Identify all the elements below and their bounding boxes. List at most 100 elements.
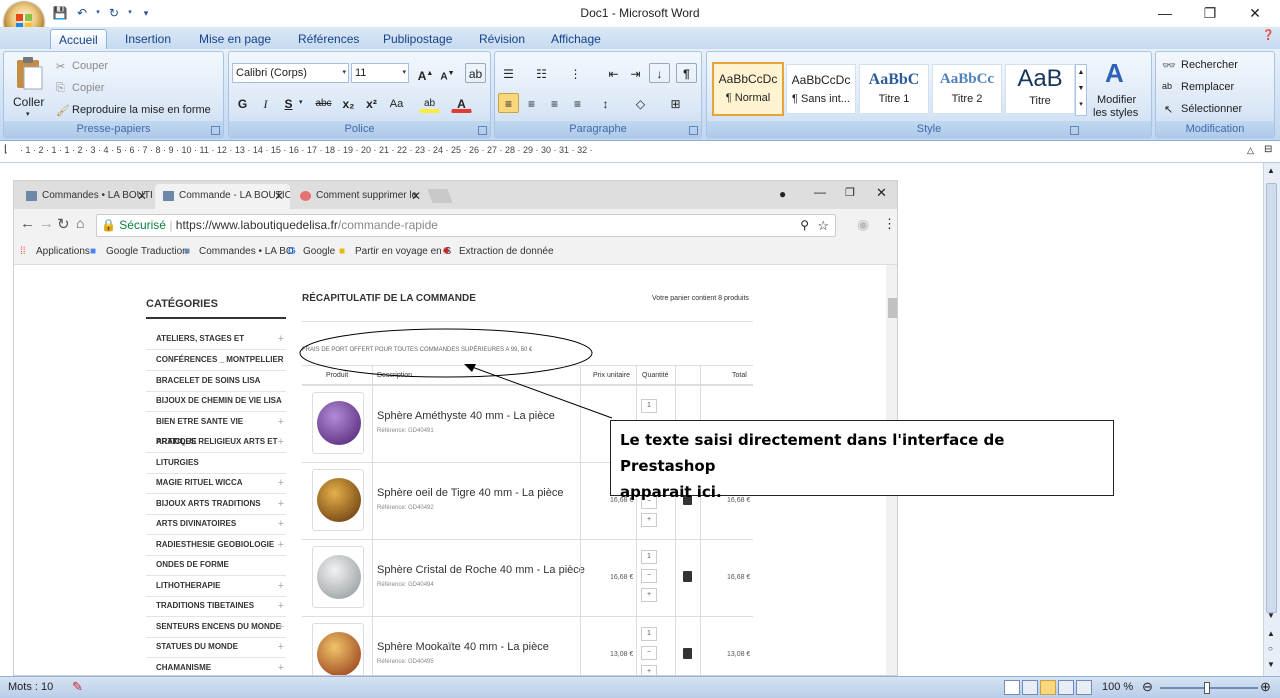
font-size-select[interactable]: 11 ▾ xyxy=(351,63,409,83)
font-family-select[interactable]: Calibri (Corps) ▾ xyxy=(232,63,349,83)
bookmark-extraction[interactable]: Extraction de donnée xyxy=(459,246,554,257)
browser-minimize-icon[interactable]: — xyxy=(814,185,826,199)
category-item[interactable]: LITHOTHERAPIE + xyxy=(146,576,286,597)
format-painter-button[interactable]: Reproduire la mise en forme xyxy=(72,104,211,116)
extension-icon[interactable]: ◉ xyxy=(857,216,869,233)
customize-toolbar-icon[interactable]: ▾ xyxy=(138,5,154,21)
product-name[interactable]: Sphère oeil de Tigre 40 mm - La pièce xyxy=(377,487,564,499)
numbering-icon[interactable]: ☷ xyxy=(531,63,552,83)
help-icon[interactable]: ❓ xyxy=(1262,30,1274,41)
style-titre-1[interactable]: AaBbC Titre 1 xyxy=(859,64,929,114)
replace-button[interactable]: Remplacer xyxy=(1181,81,1234,93)
zoom-in-icon[interactable]: ⊕ xyxy=(1260,679,1271,695)
quantity-plus-button[interactable]: + xyxy=(641,588,657,602)
restore-button[interactable]: ❐ xyxy=(1198,3,1222,23)
category-item[interactable]: ATELIERS, STAGES ET + xyxy=(146,329,286,350)
page-scroll-thumb[interactable] xyxy=(888,298,897,318)
clipboard-launcher-icon[interactable] xyxy=(211,126,220,135)
tab-mise-en-page[interactable]: Mise en page xyxy=(191,29,279,49)
product-name[interactable]: Sphère Mookaïte 40 mm - La pièce xyxy=(377,641,549,653)
category-item[interactable]: MAGIE RITUEL WICCA + xyxy=(146,473,286,494)
align-right-icon[interactable]: ≡ xyxy=(544,93,565,113)
new-tab-button[interactable] xyxy=(427,189,453,203)
outline-icon[interactable] xyxy=(1058,680,1074,695)
word-count[interactable]: Mots : 10 xyxy=(8,681,53,693)
redo-dropdown-icon[interactable]: ▾ xyxy=(122,5,138,21)
font-launcher-icon[interactable] xyxy=(478,126,487,135)
product-thumbnail[interactable] xyxy=(312,469,364,531)
print-layout-icon[interactable] xyxy=(1004,680,1020,695)
align-left-icon[interactable]: ≡ xyxy=(498,93,519,113)
category-item[interactable]: BIJOUX ARTS TRADITIONS + xyxy=(146,494,286,515)
tab-revision[interactable]: Révision xyxy=(471,29,533,49)
category-item[interactable]: SENTEURS ENCENS DU MONDE + xyxy=(146,617,286,638)
right-indent-marker[interactable]: △ xyxy=(1247,145,1254,156)
styles-scroll[interactable]: ▲ ▼ ▾ xyxy=(1075,64,1087,116)
shading-icon[interactable]: ◇ xyxy=(630,93,651,113)
scroll-thumb[interactable] xyxy=(1266,183,1277,613)
browser-tab-2[interactable]: Commande - LA BOUTIC ✕ xyxy=(155,184,290,209)
minimize-button[interactable]: — xyxy=(1153,3,1177,23)
quantity-plus-button[interactable]: + xyxy=(641,665,657,675)
product-name[interactable]: Sphère Améthyste 40 mm - La pièce xyxy=(377,410,555,422)
next-page-icon[interactable]: ▼ xyxy=(1267,660,1275,669)
bookmark-applications[interactable]: Applications xyxy=(36,246,90,257)
zoom-out-icon[interactable]: ⊖ xyxy=(1142,679,1153,695)
category-item[interactable]: ONDES DE FORME xyxy=(146,555,286,576)
quantity-input[interactable]: 1 xyxy=(641,627,657,641)
browser-menu-icon[interactable]: ⋮ xyxy=(883,216,896,232)
grow-font-button[interactable]: A▲ xyxy=(415,63,436,83)
paste-icon[interactable] xyxy=(12,56,46,92)
bookmark-voyage[interactable]: Partir en voyage en S xyxy=(355,246,451,257)
product-thumbnail[interactable] xyxy=(312,392,364,454)
paragraph-launcher-icon[interactable] xyxy=(689,126,698,135)
category-item[interactable]: TRADITIONS TIBETAINES + xyxy=(146,596,286,617)
bookmark-google[interactable]: Google xyxy=(303,246,335,257)
quantity-input[interactable]: 1 xyxy=(641,399,657,413)
italic-button[interactable]: I xyxy=(255,93,276,113)
underline-button[interactable]: S xyxy=(278,93,299,113)
category-item[interactable]: STATUES DU MONDE + xyxy=(146,637,286,658)
show-marks-button[interactable]: ¶ xyxy=(676,63,697,83)
category-item[interactable]: RADIESTHESIE GEOBIOLOGIE + xyxy=(146,535,286,556)
style-titre-2[interactable]: AaBbCc Titre 2 xyxy=(932,64,1002,114)
browser-close-icon[interactable]: ✕ xyxy=(876,185,887,201)
delete-icon[interactable] xyxy=(683,571,692,582)
superscript-button[interactable]: x² xyxy=(361,93,382,113)
zoom-slider-thumb[interactable] xyxy=(1204,682,1210,694)
sort-icon[interactable]: ↓ xyxy=(649,63,670,83)
category-item[interactable]: LITURGIES xyxy=(146,453,286,474)
bullets-icon[interactable]: ☰ xyxy=(498,63,519,83)
bookmark-google-traduction[interactable]: Google Traduction xyxy=(106,246,188,257)
find-button[interactable]: Rechercher xyxy=(1181,59,1238,71)
tab-references[interactable]: Références xyxy=(290,29,367,49)
style-titre[interactable]: AaB Titre xyxy=(1005,64,1075,114)
view-ruler-icon[interactable]: ⊟ xyxy=(1264,144,1272,155)
tab-stop-icon[interactable]: ⌊ xyxy=(4,144,8,155)
prev-page-icon[interactable]: ▲ xyxy=(1267,629,1275,638)
subscript-button[interactable]: x₂ xyxy=(338,93,359,113)
font-color-icon[interactable]: A xyxy=(451,93,472,113)
multilevel-list-icon[interactable]: ⋮ xyxy=(565,63,586,83)
style-sans-interligne[interactable]: AaBbCcDc ¶ Sans int... xyxy=(786,64,856,114)
borders-icon[interactable]: ⊞ xyxy=(665,93,686,113)
delete-icon[interactable] xyxy=(683,648,692,659)
close-button[interactable]: ✕ xyxy=(1243,3,1267,23)
category-item[interactable]: BRACELET DE SOINS LISA xyxy=(146,371,286,392)
paste-button[interactable]: Coller xyxy=(13,95,44,109)
reload-icon[interactable]: ↻ xyxy=(57,215,70,233)
styles-launcher-icon[interactable] xyxy=(1070,126,1079,135)
quantity-minus-button[interactable]: − xyxy=(641,569,657,583)
quantity-plus-button[interactable]: + xyxy=(641,513,657,527)
product-thumbnail[interactable] xyxy=(312,623,364,675)
browser-restore-icon[interactable]: ❐ xyxy=(845,186,855,199)
vertical-scrollbar[interactable]: ▲ ▼ ▲ ○ ▼ xyxy=(1263,163,1280,676)
browser-tab-3[interactable]: Comment supprimer le ✕ xyxy=(292,184,427,209)
decrease-indent-icon[interactable]: ⇤ xyxy=(603,63,624,83)
product-name[interactable]: Sphère Cristal de Roche 40 mm - La pièce xyxy=(377,564,585,576)
copy-button[interactable]: Copier xyxy=(72,82,104,94)
forward-icon[interactable]: → xyxy=(39,215,54,232)
scroll-up-icon[interactable]: ▲ xyxy=(1267,166,1275,175)
bookmark-commandes[interactable]: Commandes • LA BO xyxy=(199,246,294,257)
bookmark-star-icon[interactable]: ☆ xyxy=(817,215,829,236)
